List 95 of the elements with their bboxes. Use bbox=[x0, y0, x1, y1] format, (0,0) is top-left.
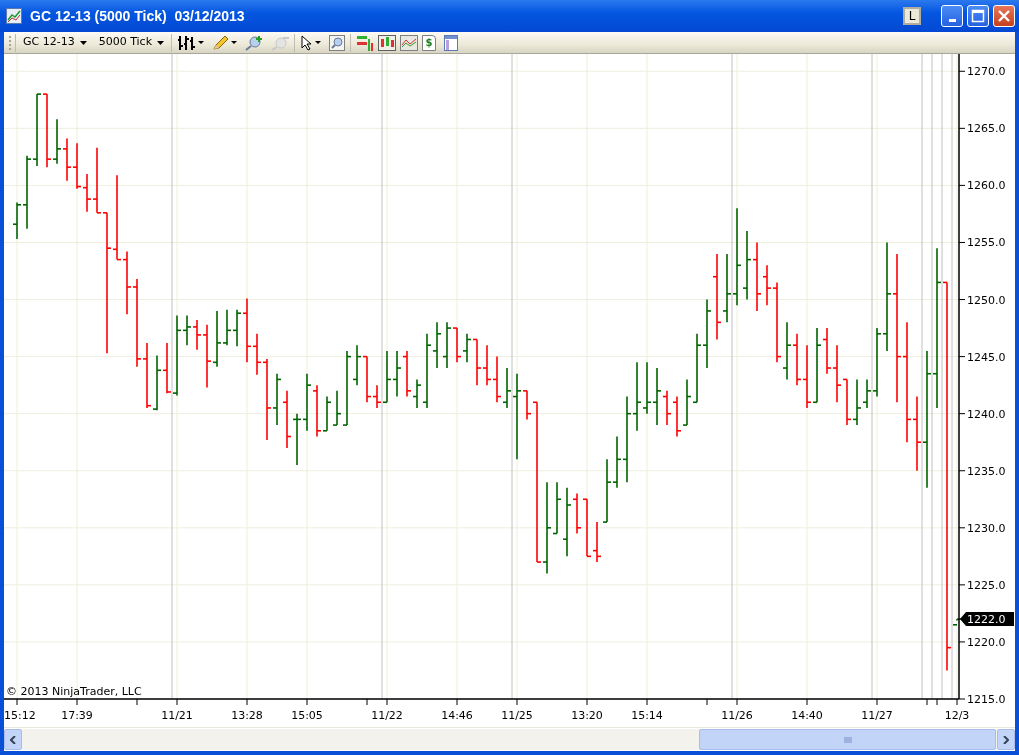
zoom-in-icon bbox=[245, 34, 264, 51]
candlestick-icon bbox=[378, 34, 397, 51]
zoom-box-button[interactable] bbox=[327, 34, 348, 51]
price-bar bbox=[582, 498, 592, 558]
maximize-icon bbox=[971, 9, 985, 23]
time-axis-label: 11/26 bbox=[721, 709, 753, 722]
close-icon bbox=[997, 9, 1011, 23]
caret-icon bbox=[157, 40, 165, 45]
caret-icon bbox=[315, 40, 322, 45]
magnifier-icon bbox=[329, 34, 346, 51]
axis-tick bbox=[936, 698, 938, 706]
price-bar bbox=[72, 142, 82, 190]
price-axis-label: 1240.0 bbox=[967, 407, 1006, 421]
price-bar bbox=[302, 372, 312, 432]
close-button[interactable] bbox=[993, 5, 1015, 27]
drawing-tool-button[interactable] bbox=[210, 34, 240, 51]
scroll-left-button[interactable] bbox=[4, 729, 22, 750]
price-bar bbox=[722, 253, 732, 324]
time-axis-label: 14:40 bbox=[791, 709, 823, 722]
price-bar bbox=[62, 137, 72, 182]
time-axis-label: 15:14 bbox=[631, 709, 663, 722]
price-bar bbox=[702, 298, 712, 369]
axis-tick bbox=[706, 698, 708, 706]
time-axis-label: 12/3 bbox=[944, 709, 970, 722]
price-axis-label: 1250.0 bbox=[967, 293, 1006, 307]
price-bar bbox=[842, 378, 852, 426]
caret-icon bbox=[79, 40, 87, 45]
chart-style-button[interactable] bbox=[398, 34, 421, 51]
time-axis-label: 11/27 bbox=[861, 709, 893, 722]
price-axis-label: 1270.0 bbox=[967, 65, 1006, 79]
caret-icon bbox=[198, 40, 205, 45]
properties-icon bbox=[444, 34, 459, 51]
bars-icon bbox=[177, 34, 198, 51]
chart-window-icon bbox=[6, 8, 22, 24]
price-axis-label: 1245.0 bbox=[967, 350, 1006, 364]
time-axis-label: 11/22 bbox=[371, 709, 403, 722]
price-axis-label: 1260.0 bbox=[967, 179, 1006, 193]
price-bar bbox=[632, 361, 642, 432]
time-axis-label: 11/21 bbox=[161, 709, 193, 722]
time-axis-label: 11/25 bbox=[501, 709, 533, 722]
grip-icon bbox=[843, 736, 852, 743]
price-bar bbox=[392, 350, 402, 398]
time-axis-label: 15:12 bbox=[4, 709, 36, 722]
interval-dropdown[interactable]: 5000 Tick bbox=[94, 34, 169, 51]
price-bar bbox=[492, 355, 502, 404]
pointer-tool-button[interactable] bbox=[298, 34, 324, 51]
price-bar bbox=[152, 354, 162, 412]
bar-type-button[interactable] bbox=[175, 34, 207, 51]
axis-tick bbox=[926, 698, 928, 706]
price-bar bbox=[292, 412, 302, 466]
price-bar bbox=[742, 230, 752, 301]
price-bar bbox=[832, 344, 842, 404]
pencil-icon bbox=[212, 34, 231, 51]
axis-tick bbox=[366, 698, 368, 706]
price-bar bbox=[482, 344, 492, 386]
time-axis-label: 14:46 bbox=[441, 709, 473, 722]
maximize-button[interactable] bbox=[967, 5, 989, 27]
time-axis-label: 15:05 bbox=[291, 709, 323, 722]
indicators-icon bbox=[356, 34, 375, 51]
scrollbar-thumb[interactable] bbox=[699, 729, 996, 750]
link-button[interactable]: L bbox=[903, 7, 921, 25]
price-bar bbox=[642, 361, 652, 415]
price-bar bbox=[282, 390, 292, 449]
price-bar bbox=[792, 332, 802, 386]
minimize-icon bbox=[948, 18, 956, 22]
properties-button[interactable] bbox=[442, 34, 461, 51]
price-bar bbox=[802, 344, 812, 409]
price-bar bbox=[442, 321, 452, 369]
price-axis-label: 1235.0 bbox=[967, 464, 1006, 478]
copyright-text: © 2013 NinjaTrader, LLC bbox=[6, 685, 142, 698]
line-chart-icon bbox=[400, 34, 419, 51]
time-axis-label: 13:28 bbox=[231, 709, 263, 722]
price-axis-label: 1265.0 bbox=[967, 122, 1006, 136]
minimize-button[interactable] bbox=[941, 5, 963, 27]
strategies-button[interactable] bbox=[376, 34, 399, 51]
price-axis-label: 1230.0 bbox=[967, 521, 1006, 535]
price-axis-label: 1220.0 bbox=[967, 635, 1006, 649]
window-title: GC 12-13 (5000 Tick) 03/12/2013 bbox=[30, 6, 245, 26]
zoom-out-icon bbox=[271, 34, 290, 51]
dollar-document-button[interactable]: $ bbox=[420, 34, 439, 51]
price-bar bbox=[142, 342, 152, 409]
price-bar bbox=[672, 395, 682, 438]
price-bar bbox=[452, 327, 462, 364]
axis-tick bbox=[136, 698, 138, 706]
last-price-tag: 1222.0 bbox=[960, 612, 1014, 627]
scroll-right-button[interactable] bbox=[997, 729, 1015, 750]
price-bar bbox=[782, 321, 792, 381]
instrument-dropdown[interactable]: GC 12-13 bbox=[19, 34, 91, 51]
caret-icon bbox=[231, 40, 238, 45]
price-bar bbox=[122, 250, 132, 316]
price-axis-label: 1215.0 bbox=[967, 693, 1006, 706]
time-axis-label: 17:39 bbox=[61, 709, 93, 722]
price-axis-label: 1225.0 bbox=[967, 578, 1006, 592]
time-axis-label: 13:20 bbox=[571, 709, 603, 722]
price-axis-label: 1255.0 bbox=[967, 236, 1006, 250]
